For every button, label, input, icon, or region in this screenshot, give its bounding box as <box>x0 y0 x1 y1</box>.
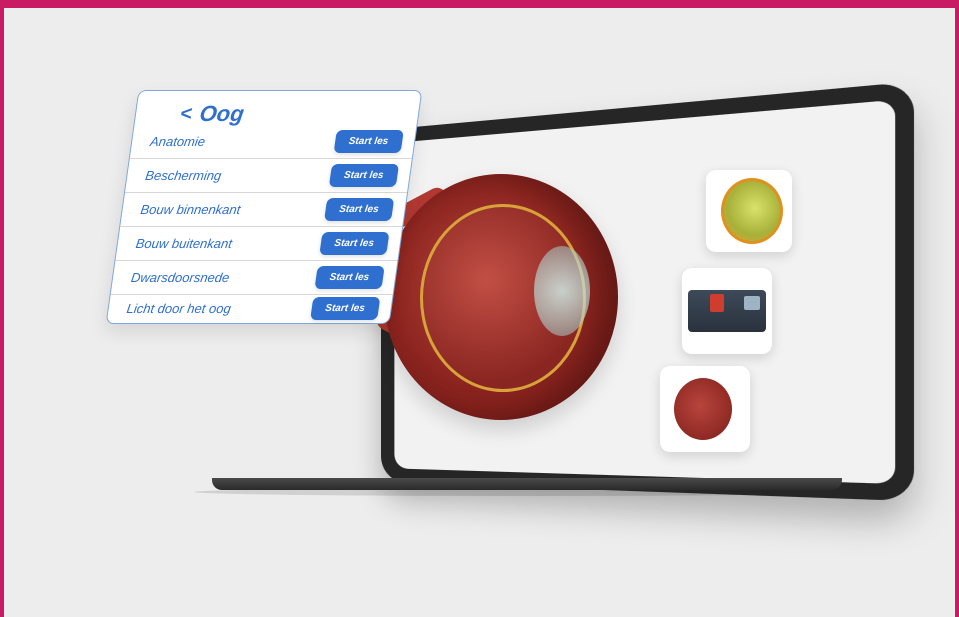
lesson-label: Bouw binnenkant <box>139 202 242 217</box>
lesson-label: Bescherming <box>144 168 223 183</box>
lesson-row-bouw-binnenkant: Bouw binnenkant Start les <box>120 193 407 227</box>
thumbnail-eye[interactable] <box>660 366 750 452</box>
start-lesson-button[interactable]: Start les <box>309 296 381 320</box>
frame-right-border <box>955 4 959 617</box>
machine-image <box>688 290 766 332</box>
lesson-label: Dwarsdoorsnede <box>130 270 231 285</box>
thumbnail-machine[interactable] <box>682 268 772 354</box>
lesson-row-bescherming: Bescherming Start les <box>124 159 412 193</box>
lesson-menu-card: < Oog Anatomie Start les Bescherming Sta… <box>105 90 423 325</box>
lesson-row-bouw-buitenkant: Bouw buitenkant Start les <box>115 227 403 261</box>
fruit-image <box>721 178 783 244</box>
machine-red-part <box>710 294 724 312</box>
lesson-label: Bouw buitenkant <box>134 236 234 251</box>
machine-control-panel <box>744 296 760 310</box>
start-lesson-button[interactable]: Start les <box>333 130 404 153</box>
menu-header[interactable]: < Oog <box>178 101 246 127</box>
chevron-left-icon[interactable]: < <box>179 103 194 125</box>
start-lesson-button[interactable]: Start les <box>328 164 400 187</box>
eye-lens <box>534 246 590 336</box>
start-lesson-button[interactable]: Start les <box>314 266 385 289</box>
menu-title: Oog <box>198 101 246 126</box>
start-lesson-button[interactable]: Start les <box>323 198 395 221</box>
frame-top-border <box>4 4 959 8</box>
keyboard-base <box>212 478 842 490</box>
thumbnail-fruit[interactable] <box>706 170 792 252</box>
lesson-label: Anatomie <box>149 134 207 149</box>
lesson-row-dwarsdoorsnede: Dwarsdoorsnede Start les <box>110 261 398 295</box>
lesson-label: Licht door het oog <box>125 300 232 316</box>
mini-eye-image <box>674 378 732 440</box>
promo-canvas: < Oog Anatomie Start les Bescherming Sta… <box>0 0 959 617</box>
lesson-row-anatomie: Anatomie Start les <box>129 125 417 159</box>
lesson-row-licht-door-het-oog: Licht door het oog Start les <box>106 291 393 325</box>
eye-model[interactable] <box>384 174 618 420</box>
start-lesson-button[interactable]: Start les <box>318 232 390 255</box>
